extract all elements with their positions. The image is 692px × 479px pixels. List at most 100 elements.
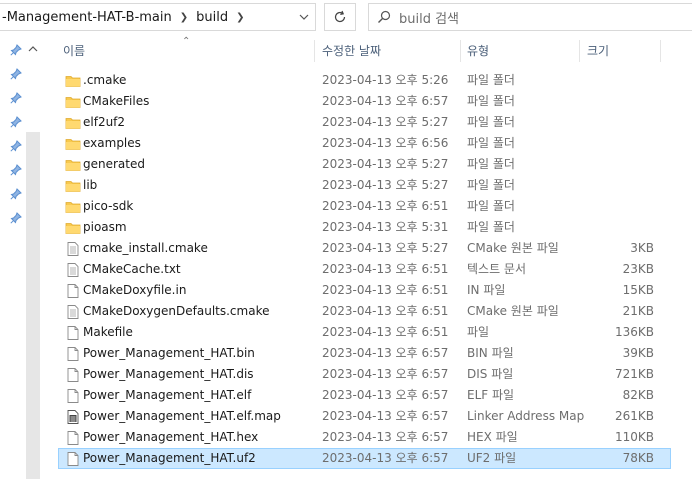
file-icon: [65, 346, 81, 362]
pin-icon[interactable]: [10, 188, 22, 200]
column-header-type[interactable]: 유형: [467, 36, 489, 66]
file-row[interactable]: Power_Management_HAT.elf 2023-04-13 오후 6…: [58, 385, 671, 406]
file-row[interactable]: Power_Management_HAT.dis 2023-04-13 오후 6…: [58, 364, 671, 385]
file-size: 78KB: [622, 451, 654, 465]
refresh-button[interactable]: [324, 3, 356, 31]
file-size: 21KB: [622, 304, 654, 318]
file-row[interactable]: generated 2023-04-13 오후 5:27 파일 폴더: [58, 154, 671, 175]
file-row[interactable]: Power_Management_HAT.uf2 2023-04-13 오후 6…: [58, 448, 671, 469]
pin-icon[interactable]: [10, 164, 22, 176]
file-list: .cmake 2023-04-13 오후 5:26 파일 폴더 CMakeFil…: [42, 70, 692, 469]
refresh-icon: [334, 10, 346, 23]
file-name: pioasm: [83, 220, 127, 234]
file-date: 2023-04-13 오후 6:57: [322, 346, 449, 360]
file-row[interactable]: pioasm 2023-04-13 오후 5:31 파일 폴더: [58, 217, 671, 238]
file-row[interactable]: CMakeDoxyfile.in 2023-04-13 오후 6:51 IN 파…: [58, 280, 671, 301]
file-type: 텍스트 문서: [467, 262, 527, 276]
search-box[interactable]: build 검색: [368, 3, 692, 31]
file-row[interactable]: CMakeDoxygenDefaults.cmake 2023-04-13 오후…: [58, 301, 671, 322]
file-date: 2023-04-13 오후 6:51: [322, 262, 449, 276]
navigation-pane: [0, 36, 42, 479]
file-type: CMake 원본 파일: [467, 304, 559, 318]
address-bar[interactable]: -Management-HAT-B-main ❯ build ❯: [0, 3, 316, 31]
pin-icon[interactable]: [10, 68, 22, 80]
file-size: 261KB: [614, 409, 654, 423]
file-icon: [65, 451, 81, 467]
chevron-right-icon[interactable]: ❯: [232, 12, 248, 23]
address-toolbar: -Management-HAT-B-main ❯ build ❯ build 검…: [0, 0, 692, 36]
file-row[interactable]: cmake_install.cmake 2023-04-13 오후 5:27 C…: [58, 238, 671, 259]
file-type: 파일: [467, 325, 490, 339]
file-row[interactable]: lib 2023-04-13 오후 5:27 파일 폴더: [58, 175, 671, 196]
file-date: 2023-04-13 오후 6:56: [322, 136, 449, 150]
breadcrumb-current[interactable]: build: [192, 10, 232, 25]
file-name: CMakeCache.txt: [83, 262, 181, 276]
file-type: ELF 파일: [467, 388, 515, 402]
pin-icon[interactable]: [10, 116, 22, 128]
file-name: Makefile: [83, 325, 133, 339]
folder-icon: [65, 178, 81, 194]
file-size: 3KB: [630, 241, 654, 255]
file-date: 2023-04-13 오후 6:57: [322, 388, 449, 402]
file-name: .cmake: [83, 73, 127, 87]
column-divider[interactable]: [314, 40, 315, 62]
file-name: cmake_install.cmake: [83, 241, 208, 255]
file-type: 파일 폴더: [467, 136, 515, 150]
column-divider[interactable]: [579, 40, 580, 62]
pin-icon[interactable]: [10, 140, 22, 152]
chevron-right-icon[interactable]: ❯: [176, 12, 192, 23]
file-size: 23KB: [622, 262, 654, 276]
scroll-up-icon[interactable]: [28, 44, 38, 54]
file-name: elf2uf2: [83, 115, 126, 129]
column-divider[interactable]: [460, 40, 461, 62]
file-icon: [65, 388, 81, 404]
file-row[interactable]: Power_Management_HAT.hex 2023-04-13 오후 6…: [58, 427, 671, 448]
search-icon: [369, 10, 399, 24]
file-icon: [65, 325, 81, 341]
folder-icon: [65, 199, 81, 215]
file-type: 파일 폴더: [467, 94, 515, 108]
file-name: pico-sdk: [83, 199, 134, 213]
file-row[interactable]: examples 2023-04-13 오후 6:56 파일 폴더: [58, 133, 671, 154]
nav-scrollbar[interactable]: [26, 132, 40, 479]
file-row[interactable]: .cmake 2023-04-13 오후 5:26 파일 폴더: [58, 70, 671, 91]
file-date: 2023-04-13 오후 6:51: [322, 304, 449, 318]
file-name: CMakeDoxygenDefaults.cmake: [83, 304, 270, 318]
file-name: Power_Management_HAT.dis: [83, 367, 254, 381]
file-name: Power_Management_HAT.elf.map: [83, 409, 281, 423]
file-row[interactable]: CMakeCache.txt 2023-04-13 오후 6:51 텍스트 문서…: [58, 259, 671, 280]
file-date: 2023-04-13 오후 6:57: [322, 409, 449, 423]
file-date: 2023-04-13 오후 6:57: [322, 451, 449, 465]
file-type: 파일 폴더: [467, 178, 515, 192]
file-name: examples: [83, 136, 141, 150]
file-row[interactable]: pico-sdk 2023-04-13 오후 6:51 파일 폴더: [58, 196, 671, 217]
file-row[interactable]: Power_Management_HAT.bin 2023-04-13 오후 6…: [58, 343, 671, 364]
file-row[interactable]: elf2uf2 2023-04-13 오후 5:27 파일 폴더: [58, 112, 671, 133]
file-name: CMakeFiles: [83, 94, 150, 108]
pin-icon[interactable]: [10, 92, 22, 104]
file-size: 110KB: [614, 430, 654, 444]
breadcrumb-parent[interactable]: -Management-HAT-B-main: [0, 10, 176, 25]
folder-icon: [65, 115, 81, 131]
file-row[interactable]: Makefile 2023-04-13 오후 6:51 파일 136KB: [58, 322, 671, 343]
file-date: 2023-04-13 오후 6:51: [322, 199, 449, 213]
address-history-dropdown[interactable]: [293, 4, 315, 30]
file-name: generated: [83, 157, 145, 171]
pin-icon[interactable]: [10, 212, 22, 224]
column-header-date[interactable]: 수정한 날짜: [322, 36, 381, 66]
file-row[interactable]: CMakeFiles 2023-04-13 오후 6:57 파일 폴더: [58, 91, 671, 112]
text-file-icon: [65, 241, 81, 257]
column-divider[interactable]: [660, 40, 661, 62]
pin-icon[interactable]: [10, 44, 22, 56]
chevron-down-icon: [299, 14, 309, 20]
column-header-name[interactable]: 이름: [63, 36, 85, 66]
text-file-icon: [65, 262, 81, 278]
column-header-size[interactable]: 크기: [587, 36, 609, 66]
file-type: 파일 폴더: [467, 115, 515, 129]
file-row[interactable]: Power_Management_HAT.elf.map 2023-04-13 …: [58, 406, 671, 427]
file-type: IN 파일: [467, 283, 506, 297]
search-input[interactable]: build 검색: [399, 8, 459, 27]
file-date: 2023-04-13 오후 5:26: [322, 73, 449, 87]
file-icon: [65, 430, 81, 446]
file-date: 2023-04-13 오후 5:27: [322, 178, 449, 192]
